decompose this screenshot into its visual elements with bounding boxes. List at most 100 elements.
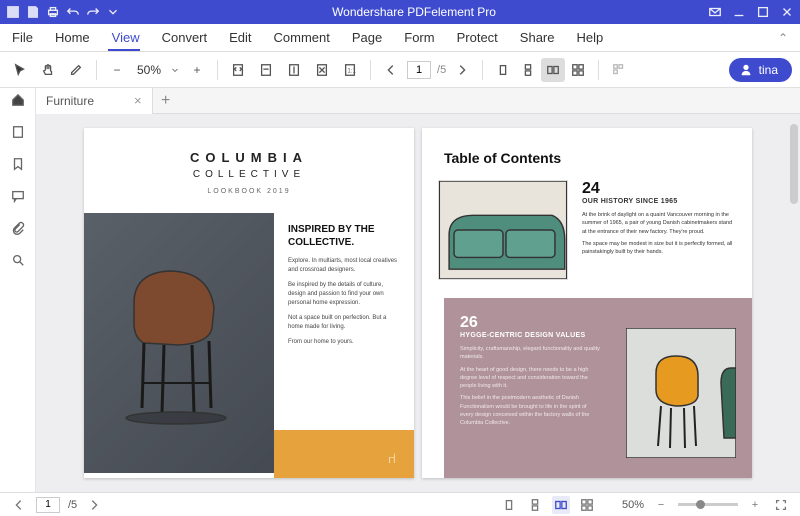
menu-page[interactable]: Page (352, 30, 382, 45)
menubar: File Home View Convert Edit Comment Page… (0, 24, 800, 52)
scrollbar[interactable] (790, 124, 798, 204)
status-facing-cont-view-icon[interactable] (578, 496, 596, 514)
toc-p-1b: The space may be modest in size but it i… (582, 240, 736, 257)
chair-photo (84, 213, 274, 473)
zoom-value[interactable]: 50% (133, 63, 165, 77)
zoom-in-icon[interactable]: + (185, 58, 209, 82)
menu-view[interactable]: View (112, 30, 140, 45)
continuous-view-icon[interactable] (516, 58, 540, 82)
toc-num-1: 24 (582, 180, 736, 198)
page-1: COLUMBIA COLLECTIVE LOOKBOOK 2019 INSPIR… (84, 128, 414, 478)
p1-para4: From our home to yours. (288, 338, 400, 347)
svg-text:1:1: 1:1 (347, 67, 356, 74)
status-zoom-value: 50% (622, 499, 644, 511)
toc-p-2b: At the heart of good design, there needs… (460, 366, 600, 391)
tab-close-icon[interactable]: × (134, 93, 142, 108)
select-tool-icon[interactable] (8, 58, 32, 82)
status-zoom-in-icon[interactable]: + (746, 496, 764, 514)
p1-para2: Be inspired by the details of culture, d… (288, 281, 400, 308)
app-logo-icon (6, 5, 20, 19)
close-icon[interactable] (780, 5, 794, 19)
status-page-input[interactable] (36, 497, 60, 513)
next-page-icon[interactable] (450, 58, 474, 82)
status-next-icon[interactable] (85, 496, 103, 514)
thumbnails-panel-icon[interactable] (8, 122, 28, 142)
toolbar: − 50% + 1:1 /5 tina (0, 52, 800, 88)
thumbnail-view-icon[interactable] (607, 58, 631, 82)
new-tab-button[interactable]: + (153, 88, 179, 114)
redo-icon[interactable] (86, 5, 100, 19)
menu-protect[interactable]: Protect (457, 30, 498, 45)
menu-comment[interactable]: Comment (274, 30, 330, 45)
status-continuous-view-icon[interactable] (526, 496, 544, 514)
status-zoom-out-icon[interactable]: − (652, 496, 670, 514)
menu-file[interactable]: File (12, 30, 33, 45)
p1-para1: Explore. In multiarts, most local creati… (288, 257, 400, 275)
search-panel-icon[interactable] (8, 250, 28, 270)
yellow-chair-photo (626, 328, 736, 458)
menu-edit[interactable]: Edit (229, 30, 251, 45)
single-page-view-icon[interactable] (491, 58, 515, 82)
fit-width-icon[interactable] (254, 58, 278, 82)
menu-home[interactable]: Home (55, 30, 90, 45)
app-title: Wondershare PDFelement Pro (120, 5, 708, 19)
fit-height-icon[interactable] (282, 58, 306, 82)
menu-form[interactable]: Form (404, 30, 434, 45)
doc-title: COLUMBIA (84, 150, 414, 165)
menu-convert[interactable]: Convert (162, 30, 208, 45)
chair-glyph-icon: ⑁ (388, 450, 396, 466)
comments-panel-icon[interactable] (8, 186, 28, 206)
bookmarks-panel-icon[interactable] (8, 154, 28, 174)
tab-furniture[interactable]: Furniture × (36, 88, 153, 114)
fit-visible-icon[interactable] (310, 58, 334, 82)
facing-view-icon[interactable] (541, 58, 565, 82)
fit-page-icon[interactable] (226, 58, 250, 82)
zoom-out-icon[interactable]: − (105, 58, 129, 82)
page-input[interactable] (407, 61, 431, 79)
toc-num-2: 26 (460, 314, 600, 332)
prev-page-icon[interactable] (379, 58, 403, 82)
dropdown-icon[interactable] (106, 5, 120, 19)
edit-tool-icon[interactable] (64, 58, 88, 82)
attachments-panel-icon[interactable] (8, 218, 28, 238)
toc-title: Table of Contents (444, 150, 752, 166)
toc-h-1: OUR HISTORY SINCE 1965 (582, 198, 736, 205)
p1-heading: INSPIRED BY THE COLLECTIVE. (288, 223, 400, 249)
user-button[interactable]: tina (729, 58, 792, 82)
status-prev-icon[interactable] (10, 496, 28, 514)
tab-label: Furniture (46, 94, 94, 108)
menu-share[interactable]: Share (520, 30, 555, 45)
status-page-total: /5 (68, 499, 77, 511)
hand-tool-icon[interactable] (36, 58, 60, 82)
minimize-icon[interactable] (732, 5, 746, 19)
menu-help[interactable]: Help (577, 30, 604, 45)
document-canvas[interactable]: COLUMBIA COLLECTIVE LOOKBOOK 2019 INSPIR… (36, 114, 800, 492)
print-icon[interactable] (46, 5, 60, 19)
collapse-ribbon-icon[interactable]: ⌃ (778, 31, 788, 45)
zoom-slider[interactable] (678, 503, 738, 506)
home-icon[interactable] (8, 90, 28, 110)
orange-block: ⑁ (274, 430, 414, 478)
tabbar: Furniture × + (0, 88, 800, 114)
toc-p-2c: This belief in the postmodern aesthetic … (460, 394, 600, 427)
actual-size-icon[interactable]: 1:1 (338, 58, 362, 82)
titlebar: Wondershare PDFelement Pro (0, 0, 800, 24)
mail-icon[interactable] (708, 5, 722, 19)
sidebar (0, 88, 36, 492)
maximize-icon[interactable] (756, 5, 770, 19)
toc-p-1a: At the brink of daylight on a quaint Van… (582, 211, 736, 236)
zoom-dropdown-icon[interactable] (169, 58, 181, 82)
status-fit-icon[interactable] (772, 496, 790, 514)
undo-icon[interactable] (66, 5, 80, 19)
statusbar: /5 50% − + (0, 492, 800, 516)
doc-lookbook: LOOKBOOK 2019 (84, 188, 414, 195)
doc-subtitle: COLLECTIVE (84, 169, 414, 180)
p1-para3: Not a space built on perfection. But a h… (288, 314, 400, 332)
page-total: /5 (437, 64, 446, 76)
status-facing-view-icon[interactable] (552, 496, 570, 514)
sofa-photo (438, 180, 568, 280)
save-icon[interactable] (26, 5, 40, 19)
facing-continuous-view-icon[interactable] (566, 58, 590, 82)
status-single-view-icon[interactable] (500, 496, 518, 514)
user-name: tina (759, 63, 778, 77)
